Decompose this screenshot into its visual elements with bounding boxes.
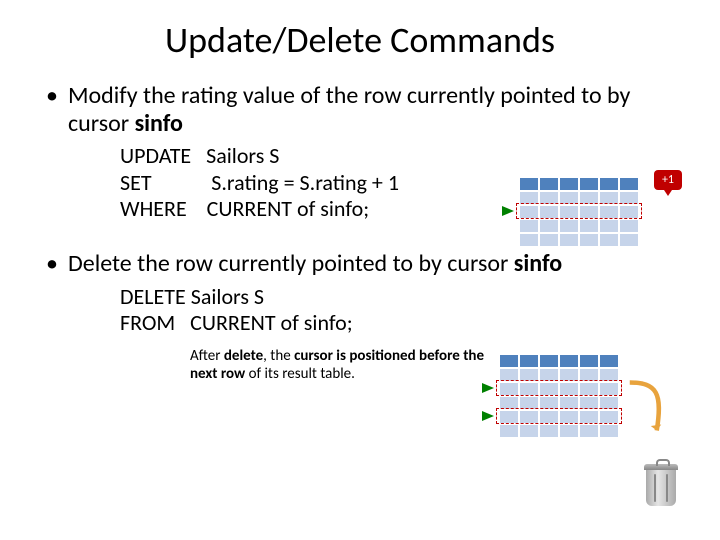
bullet-delete-cursor: sinfo [514, 249, 562, 278]
table-delete [500, 355, 618, 437]
bullet-update-cursor: sinfo [135, 109, 183, 138]
note-pre: After [190, 347, 224, 365]
note-bold-delete: delete [224, 347, 263, 365]
bullet-update: Modify the rating value of the row curre… [40, 82, 680, 137]
bullet-delete: Delete the row currently pointed to by c… [40, 250, 680, 278]
cursor-pointer-delete-2 [482, 411, 494, 421]
code-delete: DELETE Sailors S FROM CURRENT of sinfo; [120, 284, 680, 337]
trash-icon [642, 464, 680, 510]
note-post: of its result table. [245, 365, 355, 383]
bullet-delete-text: Delete the row currently pointed to by c… [68, 249, 514, 278]
arrow-to-trash [620, 378, 674, 438]
note-after-delete: After delete, the cursor is positioned b… [190, 347, 490, 383]
cursor-pointer-update [502, 206, 514, 216]
note-mid: , the [263, 347, 294, 365]
table-update [520, 178, 638, 246]
slide-title: Update/Delete Commands [40, 18, 680, 62]
plus-one-bubble: +1 [654, 170, 682, 190]
cursor-pointer-delete-1 [482, 383, 494, 393]
